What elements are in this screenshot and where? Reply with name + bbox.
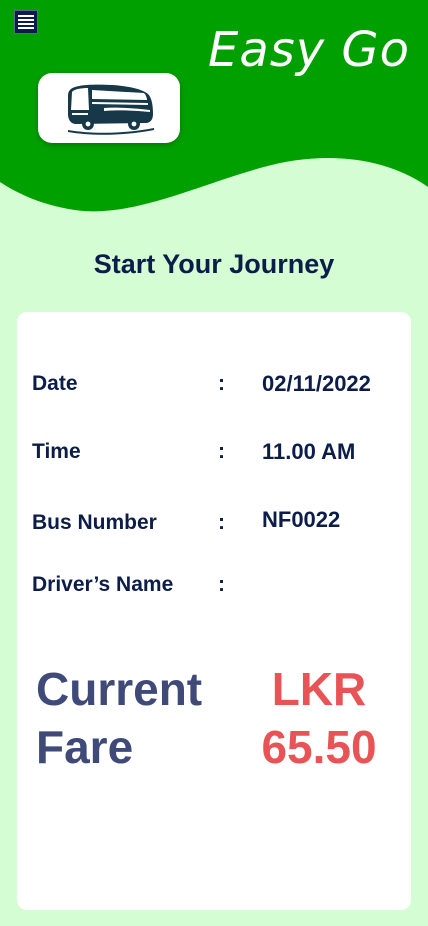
current-fare-label-line1: Current — [36, 663, 203, 715]
logo-card — [38, 73, 180, 143]
date-colon: : — [218, 372, 225, 395]
menu-icon[interactable] — [14, 10, 38, 34]
bus-number-colon: : — [218, 511, 225, 534]
driver-name-colon: : — [218, 573, 225, 596]
journey-info-card: Date : 02/11/2022 Time : 11.00 AM Bus Nu… — [17, 312, 411, 910]
date-value: 02/11/2022 — [262, 371, 371, 396]
fare-amount: 65.50 — [261, 721, 377, 773]
current-fare-label: Current Fare — [36, 660, 202, 776]
date-label: Date — [32, 372, 78, 395]
current-fare-label-line2: Fare — [36, 721, 134, 773]
time-colon: : — [218, 440, 225, 463]
time-value: 11.00 AM — [262, 439, 356, 464]
driver-name-label: Driver’s Name — [32, 573, 174, 596]
app-title: Easy Go — [208, 22, 410, 78]
journey-heading: Start Your Journey — [93, 249, 335, 279]
time-label: Time — [32, 440, 81, 463]
bus-icon — [68, 84, 154, 135]
fare-currency: LKR — [271, 663, 367, 715]
bus-number-value: NF0022 — [262, 507, 341, 532]
bus-number-label: Bus Number — [32, 511, 157, 534]
